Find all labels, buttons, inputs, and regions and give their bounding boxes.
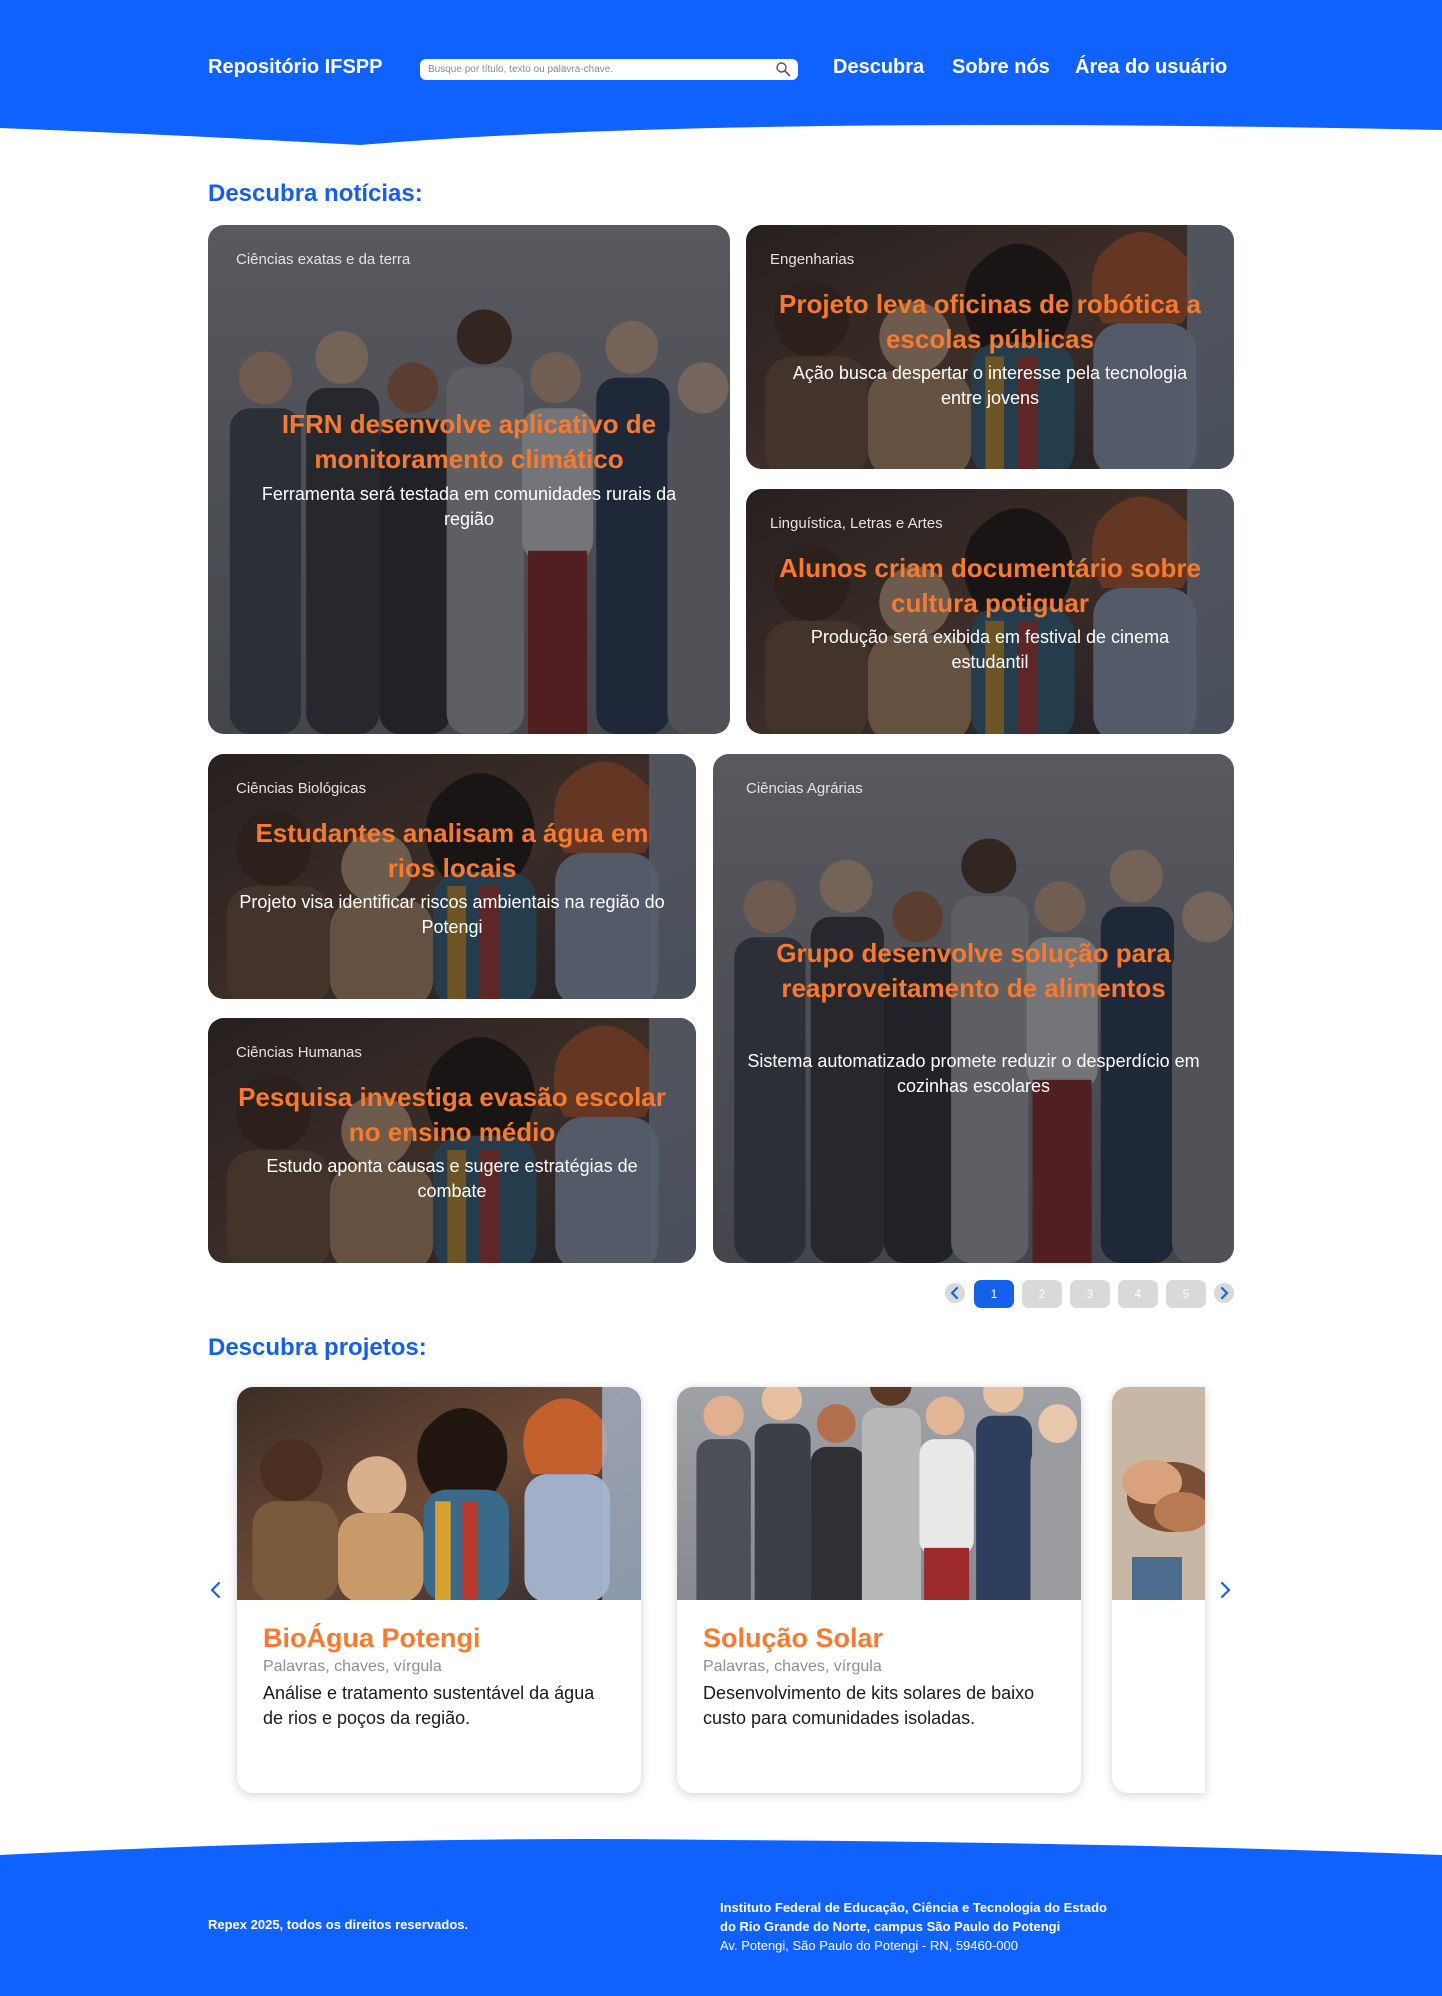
footer-institution: Instituto Federal de Educação, Ciência e… — [720, 1898, 1107, 1955]
news-card[interactable]: Linguística, Letras e Artes Alunos criam… — [746, 489, 1234, 734]
nav-sobre-nos[interactable]: Sobre nós — [952, 56, 1050, 79]
news-overlay — [208, 225, 730, 734]
footer-address: Av. Potengi, São Paulo do Potengi - RN, … — [720, 1938, 1018, 1953]
nav-descubra[interactable]: Descubra — [833, 56, 924, 79]
page-button-5[interactable]: 5 — [1166, 1280, 1206, 1308]
news-title: IFRN desenvolve aplicativo de monitorame… — [281, 409, 657, 474]
news-category: Ciências Humanas — [236, 1044, 362, 1061]
news-category: Ciências exatas e da terra — [236, 251, 411, 268]
project-image — [677, 1387, 1081, 1600]
footer-institution-line2: do Rio Grande do Norte, campus São Paulo… — [720, 1919, 1061, 1934]
page-button-1[interactable]: 1 — [974, 1280, 1014, 1308]
news-category: Engenharias — [770, 251, 855, 268]
project-card[interactable]: Solução Solar Palavras, chaves, vírgula … — [677, 1387, 1081, 1793]
project-title: BioÁgua Potengi — [263, 1623, 481, 1653]
project-title: Solução Solar — [703, 1623, 884, 1653]
page-button-2[interactable]: 2 — [1022, 1280, 1062, 1308]
news-title: Grupo desenvolve solução para reaproveit… — [776, 938, 1171, 1003]
news-card[interactable]: Ciências exatas e da terra IFRN desenvol… — [208, 225, 730, 734]
news-category: Ciências Biológicas — [236, 780, 367, 797]
project-image — [1112, 1387, 1205, 1600]
project-image — [237, 1387, 641, 1600]
news-subtitle: Projeto visa identificar riscos ambienta… — [239, 892, 665, 937]
project-keywords: Palavras, chaves, vírgula — [703, 1658, 882, 1675]
news-subtitle: Ferramenta será testada em comunidades r… — [261, 484, 677, 529]
news-section-title: Descubra notícias: — [208, 180, 423, 207]
news-title: Alunos criam documentário sobre cultura … — [779, 553, 1201, 618]
news-overlay — [713, 754, 1234, 1263]
news-subtitle: Sistema automatizado promete reduzir o d… — [747, 1051, 1200, 1096]
page-button-3[interactable]: 3 — [1070, 1280, 1110, 1308]
footer-copyright: Repex 2025, todos os direitos reservados… — [208, 1917, 469, 1932]
news-title: Estudantes analisam a água em rios locai… — [255, 818, 649, 883]
news-subtitle: Ação busca despertar o interesse pela te… — [792, 363, 1188, 408]
news-card[interactable]: Ciências Humanas Pesquisa investiga evas… — [208, 1018, 696, 1263]
brand-logo[interactable]: Repositório IFSPP — [208, 56, 382, 79]
chevron-left-icon[interactable] — [945, 1283, 965, 1303]
project-card-partial[interactable] — [1112, 1387, 1205, 1793]
search-bar[interactable] — [420, 59, 798, 80]
footer-institution-line1: Instituto Federal de Educação, Ciência e… — [720, 1900, 1107, 1915]
news-card[interactable]: Ciências Agrárias Grupo desenvolve soluç… — [713, 754, 1234, 1263]
news-category: Ciências Agrárias — [746, 780, 863, 797]
project-card[interactable]: BioÁgua Potengi Palavras, chaves, vírgul… — [237, 1387, 641, 1793]
chevron-left-icon[interactable] — [208, 1580, 224, 1600]
chevron-right-icon[interactable] — [1214, 1283, 1234, 1303]
search-icon[interactable] — [775, 61, 791, 77]
projects-section-title: Descubra projetos: — [208, 1334, 427, 1361]
project-description: Análise e tratamento sustentável da água… — [263, 1683, 595, 1728]
project-description: Desenvolvimento de kits solares de baixo… — [703, 1683, 1035, 1728]
project-keywords: Palavras, chaves, vírgula — [263, 1658, 442, 1675]
news-category: Linguística, Letras e Artes — [770, 515, 943, 532]
chevron-right-icon[interactable] — [1217, 1580, 1233, 1600]
news-card[interactable]: Engenharias Projeto leva oficinas de rob… — [746, 225, 1234, 469]
news-title: Projeto leva oficinas de robótica a esco… — [779, 289, 1201, 354]
search-input[interactable] — [428, 61, 758, 78]
nav-area-usuario[interactable]: Área do usuário — [1075, 56, 1227, 79]
news-subtitle: Estudo aponta causas e sugere estratégia… — [266, 1156, 638, 1201]
page-button-4[interactable]: 4 — [1118, 1280, 1158, 1308]
news-card[interactable]: Ciências Biológicas Estudantes analisam … — [208, 754, 696, 999]
news-subtitle: Produção será exibida em festival de cin… — [810, 627, 1170, 672]
news-title: Pesquisa investiga evasão escolar no ens… — [238, 1082, 666, 1147]
